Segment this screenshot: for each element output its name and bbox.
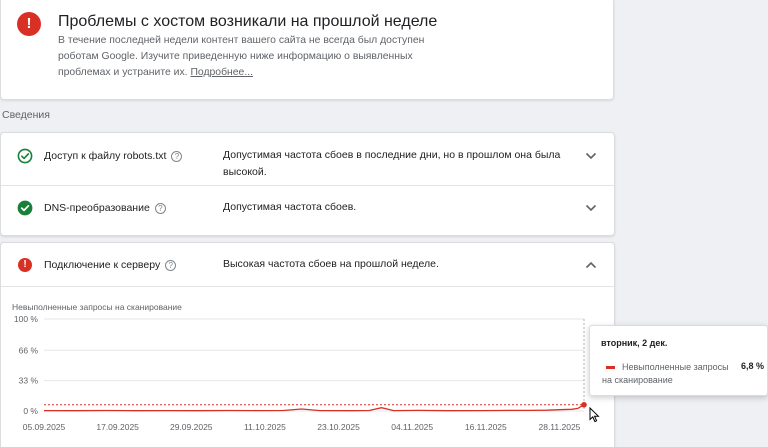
- y-tick-label: 33 %: [19, 376, 39, 386]
- x-tick-label: 05.09.2025: [23, 422, 66, 432]
- series-line: [43, 404, 585, 412]
- x-tick-label: 04.11.2025: [391, 422, 433, 432]
- row-name: DNS-преобразование?: [44, 201, 166, 215]
- hover-point: [581, 401, 587, 408]
- details-card: Доступ к файлу robots.txt? Допустимая ча…: [0, 132, 615, 236]
- host-issues-alert: ! Проблемы с хостом возникали на прошлой…: [0, 0, 614, 100]
- row-name-label: Доступ к файлу robots.txt: [44, 150, 167, 162]
- chart-title: Невыполненные запросы на сканирование: [12, 302, 182, 312]
- server-connectivity-card: ! Подключение к серверу? Высокая частота…: [0, 242, 615, 447]
- y-tick-label: 0 %: [23, 406, 38, 416]
- crawl-failure-chart: Невыполненные запросы на сканирование 10…: [12, 302, 587, 432]
- chevron-down-icon[interactable]: [585, 152, 597, 160]
- row-dns[interactable]: DNS-преобразование? Допустимая частота с…: [1, 185, 614, 237]
- check-circle-outline-icon: [17, 148, 33, 164]
- x-tick-label: 28.11.2025: [538, 422, 580, 432]
- chevron-down-icon[interactable]: [585, 204, 597, 212]
- alert-text: В течение последней недели контент вашег…: [58, 33, 438, 81]
- tooltip-series-name: Невыполненные запросы на сканирование: [602, 362, 729, 385]
- help-icon[interactable]: ?: [171, 151, 183, 162]
- x-tick-label: 16.11.2025: [465, 422, 507, 432]
- help-icon[interactable]: ?: [154, 203, 166, 214]
- y-tick-label: 66 %: [19, 345, 39, 355]
- tooltip-date: вторник, 2 дек.: [601, 338, 668, 348]
- y-axis-ticks: 100 % 66 % 33 % 0 %: [14, 314, 39, 416]
- x-tick-label: 23.10.2025: [317, 422, 360, 432]
- chart-tooltip: вторник, 2 дек. Невыполненные запросы на…: [589, 325, 768, 396]
- alert-title: Проблемы с хостом возникали на прошлой н…: [58, 13, 438, 30]
- row-name: Доступ к файлу robots.txt?: [44, 149, 183, 163]
- mouse-pointer-icon: [589, 407, 600, 423]
- error-icon: !: [17, 12, 41, 36]
- check-circle-filled-icon: [17, 200, 33, 216]
- row-name-label: DNS-преобразование: [44, 202, 150, 214]
- x-tick-label: 17.09.2025: [96, 422, 139, 432]
- row-robots-txt[interactable]: Доступ к файлу robots.txt? Допустимая ча…: [1, 133, 614, 185]
- y-tick-label: 100 %: [14, 314, 39, 324]
- chart-series: [43, 401, 587, 412]
- tooltip-value: 6,8 %: [741, 361, 765, 371]
- learn-more-link[interactable]: Подробнее...: [190, 67, 253, 78]
- chart-grid: [44, 318, 585, 412]
- section-label: Сведения: [2, 109, 50, 121]
- row-description: Допустимая частота сбоев в последние дни…: [223, 149, 561, 178]
- x-axis-ticks: 05.09.2025 17.09.2025 29.09.2025 11.10.2025…: [23, 422, 581, 432]
- row-description: Допустимая частота сбоев.: [223, 201, 357, 213]
- x-tick-label: 11.10.2025: [244, 422, 286, 432]
- x-tick-label: 29.09.2025: [170, 422, 213, 432]
